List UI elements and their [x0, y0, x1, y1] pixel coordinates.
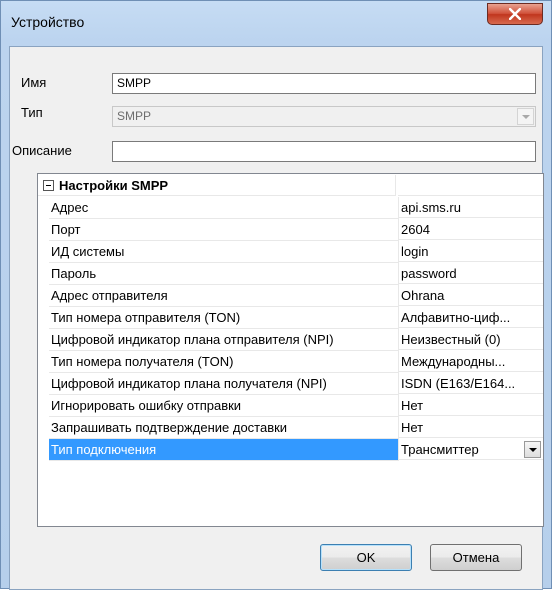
property-value[interactable]: password — [398, 263, 543, 284]
category-value-cell — [398, 175, 543, 196]
property-row[interactable]: Тип номера получателя (TON) Международны… — [38, 351, 543, 373]
property-name: Игнорировать ошибку отправки — [49, 395, 399, 417]
property-value[interactable]: login — [398, 241, 543, 262]
property-value[interactable]: Нет — [398, 417, 543, 438]
window-title: Устройство — [11, 14, 85, 30]
category-label: Настройки SMPP — [38, 175, 396, 196]
cancel-button[interactable]: Отмена — [430, 544, 522, 571]
type-select-value: SMPP — [117, 109, 152, 123]
property-value[interactable]: ISDN (E163/E164... — [398, 373, 543, 394]
property-name: Тип номера получателя (TON) — [49, 351, 399, 373]
property-row[interactable]: Запрашивать подтверждение доставки Нет — [38, 417, 543, 439]
chevron-down-icon[interactable] — [517, 108, 534, 125]
type-select[interactable]: SMPP — [112, 106, 536, 127]
property-value: Трансмиттер — [401, 442, 479, 457]
device-dialog: Устройство Имя SMPP Тип SMPP Описание На… — [0, 0, 552, 590]
description-field[interactable] — [112, 141, 536, 162]
property-row[interactable]: Игнорировать ошибку отправки Нет — [38, 395, 543, 417]
property-value[interactable]: Международны... — [398, 351, 543, 372]
property-row[interactable]: Пароль password — [38, 263, 543, 285]
name-field[interactable]: SMPP — [112, 73, 536, 94]
close-icon — [509, 8, 521, 20]
property-value[interactable]: Алфавитно-циф... — [398, 307, 543, 328]
property-value[interactable]: Нет — [398, 395, 543, 416]
property-name: Порт — [49, 219, 399, 241]
property-name: Пароль — [49, 263, 399, 285]
property-row[interactable]: Порт 2604 — [38, 219, 543, 241]
property-value[interactable]: Ohrana — [398, 285, 543, 306]
property-row[interactable]: Цифровой индикатор плана отправителя (NP… — [38, 329, 543, 351]
name-label: Имя — [21, 75, 47, 90]
property-name: Запрашивать подтверждение доставки — [49, 417, 399, 439]
property-row[interactable]: Цифровой индикатор плана получателя (NPI… — [38, 373, 543, 395]
property-row[interactable]: Адрес отправителя Ohrana — [38, 285, 543, 307]
property-row[interactable]: Адрес api.sms.ru — [38, 197, 543, 219]
title-bar[interactable]: Устройство — [1, 1, 551, 45]
category-row[interactable]: Настройки SMPP — [38, 175, 543, 197]
property-name: Цифровой индикатор плана отправителя (NP… — [49, 329, 399, 351]
property-name: Адрес — [49, 197, 399, 219]
property-value[interactable]: api.sms.ru — [398, 197, 543, 218]
chevron-down-icon[interactable] — [524, 441, 541, 458]
property-value[interactable]: Неизвестный (0) — [398, 329, 543, 350]
close-button[interactable] — [487, 3, 543, 25]
description-label: Описание — [12, 143, 72, 158]
property-name: ИД системы — [49, 241, 399, 263]
ok-button[interactable]: OK — [320, 544, 412, 571]
type-label: Тип — [21, 105, 43, 120]
property-name: Адрес отправителя — [49, 285, 399, 307]
property-row-selected[interactable]: Тип подключения Трансмиттер — [38, 439, 543, 461]
property-row[interactable]: Тип номера отправителя (TON) Алфавитно-ц… — [38, 307, 543, 329]
dialog-client-area: Имя SMPP Тип SMPP Описание Настройки SMP… — [9, 46, 544, 590]
property-name: Тип номера отправителя (TON) — [49, 307, 399, 329]
property-grid[interactable]: Настройки SMPP Адрес api.sms.ru Порт 260… — [37, 173, 544, 527]
property-name: Тип подключения — [49, 439, 399, 461]
connection-type-select[interactable]: Трансмиттер — [398, 439, 543, 460]
property-row[interactable]: ИД системы login — [38, 241, 543, 263]
property-value[interactable]: 2604 — [398, 219, 543, 240]
property-name: Цифровой индикатор плана получателя (NPI… — [49, 373, 399, 395]
